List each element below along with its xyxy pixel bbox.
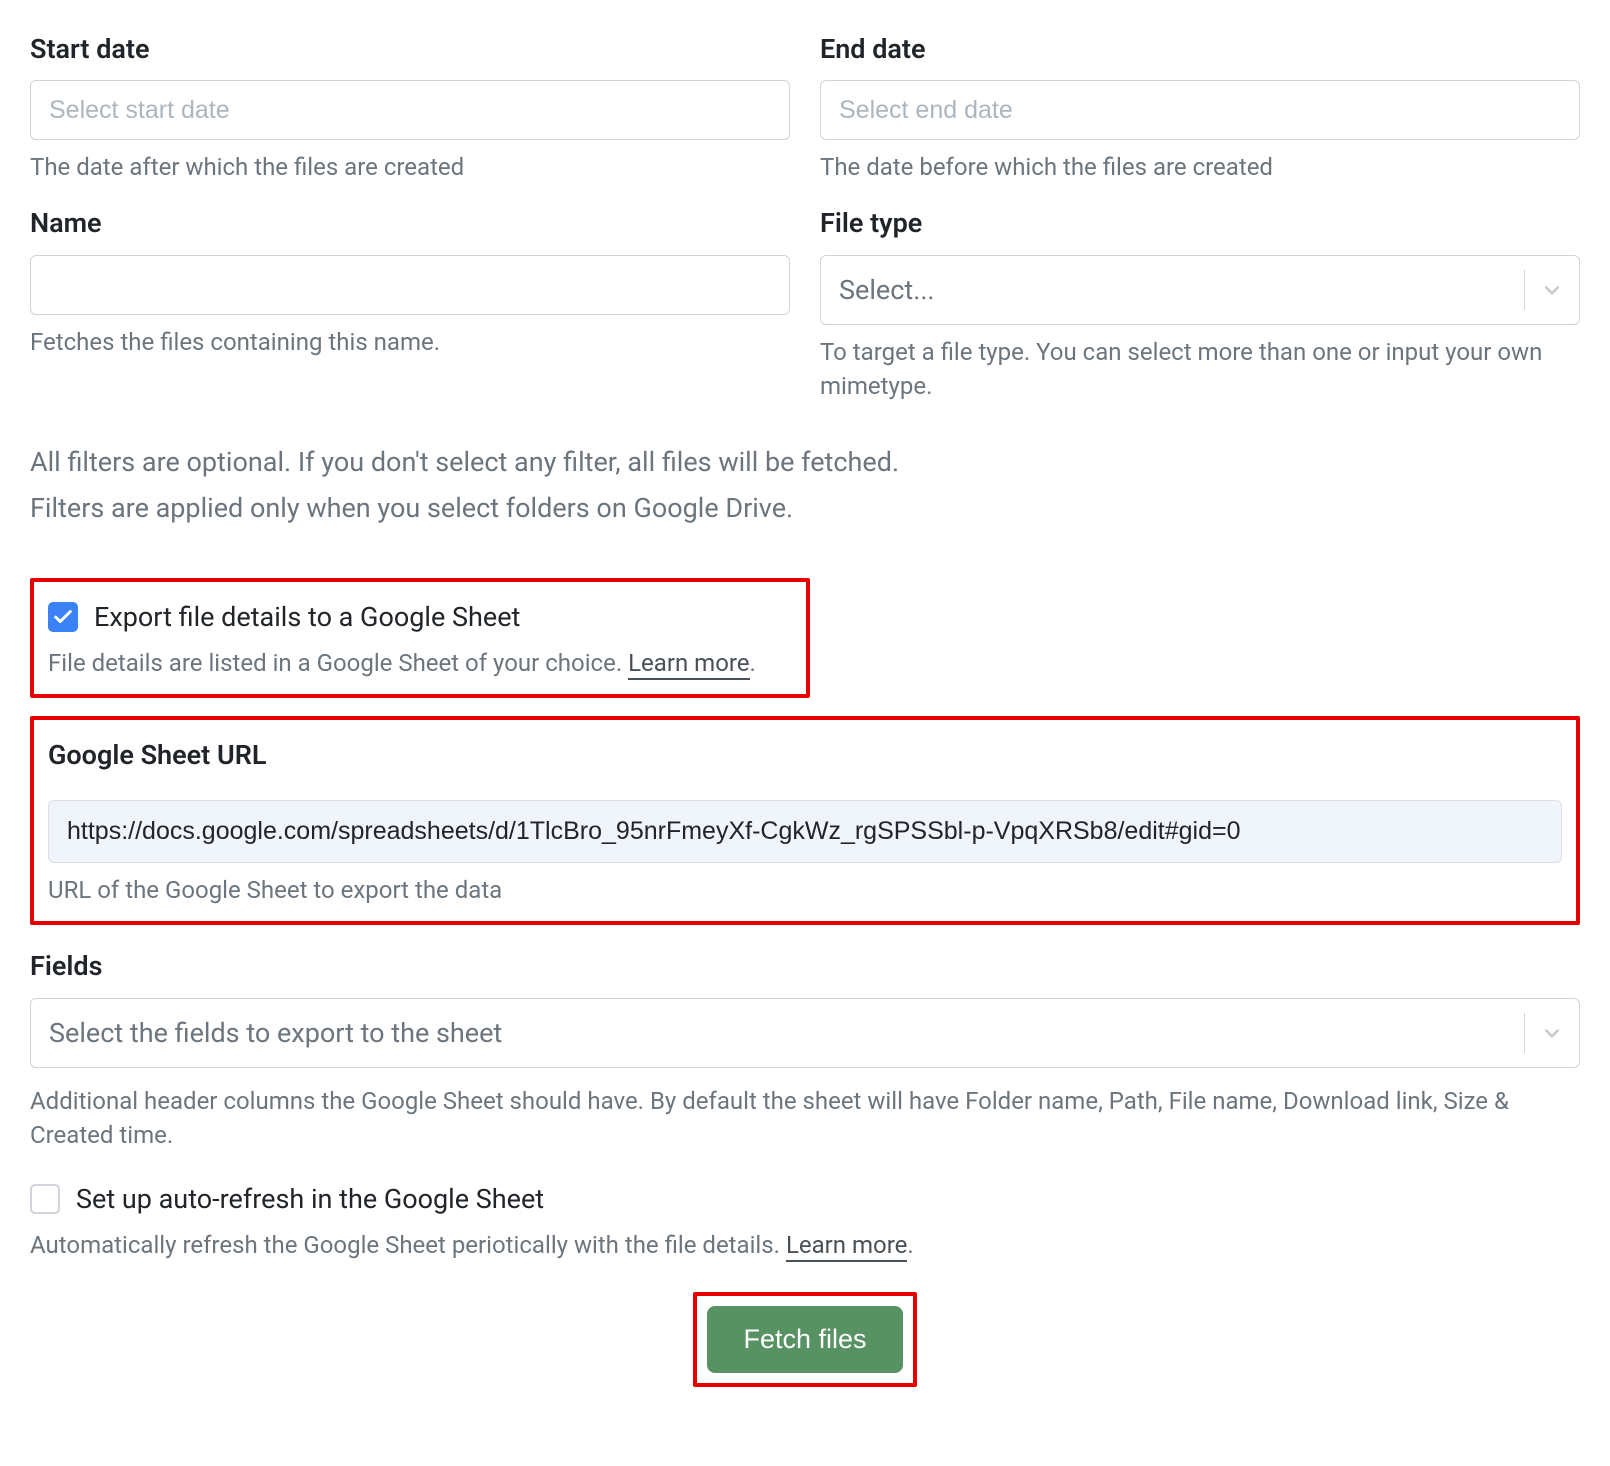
auto-refresh-learn-more-link[interactable]: Learn more xyxy=(786,1231,907,1262)
auto-refresh-label: Set up auto-refresh in the Google Sheet xyxy=(76,1180,544,1218)
select-separator xyxy=(1524,1013,1525,1053)
fields-select[interactable]: Select the fields to export to the sheet xyxy=(30,998,1580,1068)
auto-refresh-checkbox[interactable] xyxy=(30,1184,60,1214)
fetch-files-button[interactable]: Fetch files xyxy=(707,1306,902,1373)
chevron-down-icon xyxy=(1539,277,1565,303)
name-help: Fetches the files containing this name. xyxy=(30,325,790,359)
fields-help: Additional header columns the Google She… xyxy=(30,1084,1580,1152)
fields-placeholder: Select the fields to export to the sheet xyxy=(49,1014,1516,1052)
start-date-help: The date after which the files are creat… xyxy=(30,150,790,184)
export-learn-more-link[interactable]: Learn more xyxy=(628,649,749,680)
export-help: File details are listed in a Google Shee… xyxy=(48,649,628,677)
select-separator xyxy=(1524,270,1525,310)
file-type-label: File type xyxy=(820,204,1580,242)
file-type-placeholder: Select... xyxy=(839,271,1516,309)
fetch-highlight: Fetch files xyxy=(693,1292,916,1387)
filter-note-2: Filters are applied only when you select… xyxy=(30,489,1580,527)
auto-refresh-help: Automatically refresh the Google Sheet p… xyxy=(30,1231,786,1259)
filter-notes: All filters are optional. If you don't s… xyxy=(30,443,1580,528)
file-type-select[interactable]: Select... xyxy=(820,255,1580,325)
end-date-help: The date before which the files are crea… xyxy=(820,150,1580,184)
file-type-help: To target a file type. You can select mo… xyxy=(820,335,1580,403)
start-date-input[interactable] xyxy=(30,80,790,140)
sheet-url-input[interactable] xyxy=(48,800,1562,863)
export-checkbox[interactable] xyxy=(48,602,78,632)
start-date-label: Start date xyxy=(30,30,790,68)
sheet-url-label: Google Sheet URL xyxy=(48,736,1562,774)
end-date-label: End date xyxy=(820,30,1580,68)
name-input[interactable] xyxy=(30,255,790,315)
filter-note-1: All filters are optional. If you don't s… xyxy=(30,443,1580,481)
chevron-down-icon xyxy=(1539,1020,1565,1046)
sheet-url-help: URL of the Google Sheet to export the da… xyxy=(48,873,1562,907)
end-date-input[interactable] xyxy=(820,80,1580,140)
fields-label: Fields xyxy=(30,947,1580,985)
name-label: Name xyxy=(30,204,790,242)
export-checkbox-label: Export file details to a Google Sheet xyxy=(94,598,520,636)
